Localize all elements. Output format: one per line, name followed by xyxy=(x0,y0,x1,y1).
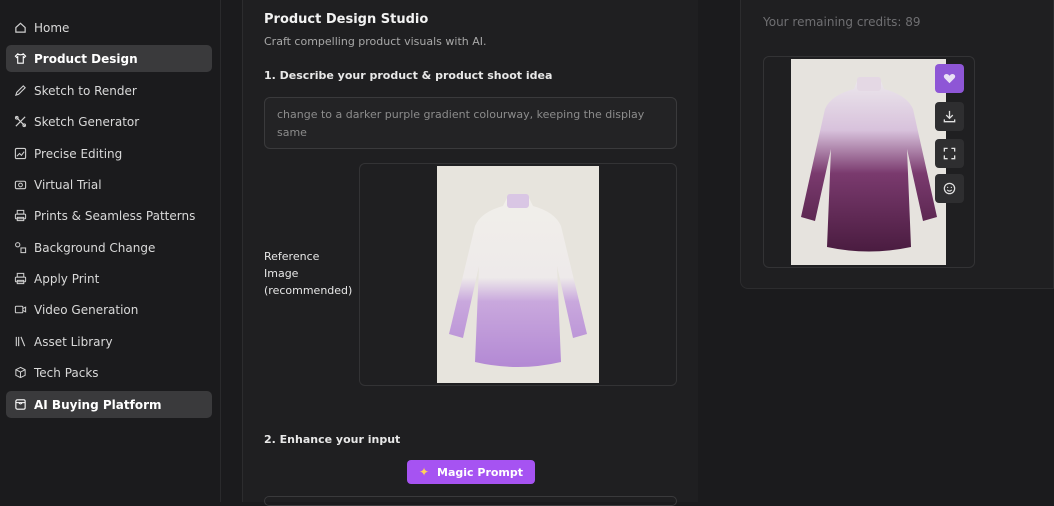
smiley-icon xyxy=(943,182,956,195)
right-gutter xyxy=(698,0,718,502)
fullscreen-button[interactable] xyxy=(935,139,964,168)
reference-image-dropzone[interactable] xyxy=(359,163,677,386)
pencil-icon xyxy=(14,84,27,97)
download-button[interactable] xyxy=(935,102,964,131)
step2-label: 2. Enhance your input xyxy=(264,433,401,446)
camera-icon xyxy=(14,178,27,191)
magic-prompt-button[interactable]: ✦ Magic Prompt xyxy=(407,460,535,484)
page-title: Product Design Studio xyxy=(264,12,429,27)
reference-image xyxy=(437,166,599,383)
favorite-button[interactable] xyxy=(935,64,964,93)
sidebar-item-product-design[interactable]: Product Design xyxy=(6,45,212,72)
sidebar-item-label: Background Change xyxy=(34,240,156,255)
page-subtitle: Craft compelling product visuals with AI… xyxy=(264,35,487,48)
tools-icon xyxy=(14,115,27,128)
sidebar-item-label: Apply Print xyxy=(34,271,100,286)
library-icon xyxy=(14,335,27,348)
sidebar-item-label: Sketch to Render xyxy=(34,83,137,98)
image-edit-icon xyxy=(14,147,27,160)
sidebar-item-precise-editing[interactable]: Precise Editing xyxy=(6,140,212,167)
cube-icon xyxy=(14,366,27,379)
sidebar-item-label: Precise Editing xyxy=(34,146,123,161)
sidebar-item-virtual-trial[interactable]: Virtual Trial xyxy=(6,171,212,198)
gutter xyxy=(221,0,241,502)
credits-text: Your remaining credits: 89 xyxy=(763,15,921,29)
sidebar-item-sketch-to-render[interactable]: Sketch to Render xyxy=(6,77,212,104)
sparkle-icon: ✦ xyxy=(418,465,430,479)
shapes-icon xyxy=(14,241,27,254)
printer-icon xyxy=(14,209,27,222)
sidebar-item-label: Tech Packs xyxy=(34,365,99,380)
step1-label: 1. Describe your product & product shoot… xyxy=(264,69,553,82)
sidebar-item-label: Product Design xyxy=(34,51,138,66)
sidebar-item-label: Asset Library xyxy=(34,334,113,349)
reference-image-label: Reference Image (recommended) xyxy=(264,250,353,297)
sidebar-item-tech-packs[interactable]: Tech Packs xyxy=(6,359,212,386)
enhanced-input-box[interactable] xyxy=(264,496,677,506)
bag-icon xyxy=(14,398,27,411)
reaction-button[interactable] xyxy=(935,174,964,203)
sidebar-item-prints-patterns[interactable]: Prints & Seamless Patterns xyxy=(6,202,212,229)
prompt-input[interactable]: change to a darker purple gradient colou… xyxy=(264,97,677,149)
sidebar-item-label: Sketch Generator xyxy=(34,114,140,129)
sidebar-item-label: Home xyxy=(34,20,70,35)
sidebar: Home Product Design Sketch to Render Ske… xyxy=(0,0,221,502)
sidebar-item-asset-library[interactable]: Asset Library xyxy=(6,328,212,355)
result-panel: Your remaining credits: 89 xyxy=(740,0,1054,289)
fullscreen-icon xyxy=(943,147,956,160)
download-icon xyxy=(943,110,956,123)
sidebar-item-background-change[interactable]: Background Change xyxy=(6,234,212,261)
sidebar-item-ai-buying-platform[interactable]: AI Buying Platform xyxy=(6,391,212,418)
sidebar-item-home[interactable]: Home xyxy=(6,14,212,41)
sidebar-item-label: AI Buying Platform xyxy=(34,397,162,412)
sidebar-item-label: Prints & Seamless Patterns xyxy=(34,208,196,223)
shirt-icon xyxy=(14,52,27,65)
magic-prompt-label: Magic Prompt xyxy=(437,465,524,479)
printer-icon xyxy=(14,272,27,285)
sidebar-item-label: Video Generation xyxy=(34,302,139,317)
result-image[interactable] xyxy=(791,59,946,265)
sidebar-item-apply-print[interactable]: Apply Print xyxy=(6,265,212,292)
heart-icon xyxy=(943,74,956,84)
sidebar-item-video-generation[interactable]: Video Generation xyxy=(6,296,212,323)
sidebar-item-label: Virtual Trial xyxy=(34,177,102,192)
sidebar-item-sketch-generator[interactable]: Sketch Generator xyxy=(6,108,212,135)
design-panel: Product Design Studio Craft compelling p… xyxy=(242,0,699,506)
video-icon xyxy=(14,303,27,316)
home-icon xyxy=(14,21,27,34)
